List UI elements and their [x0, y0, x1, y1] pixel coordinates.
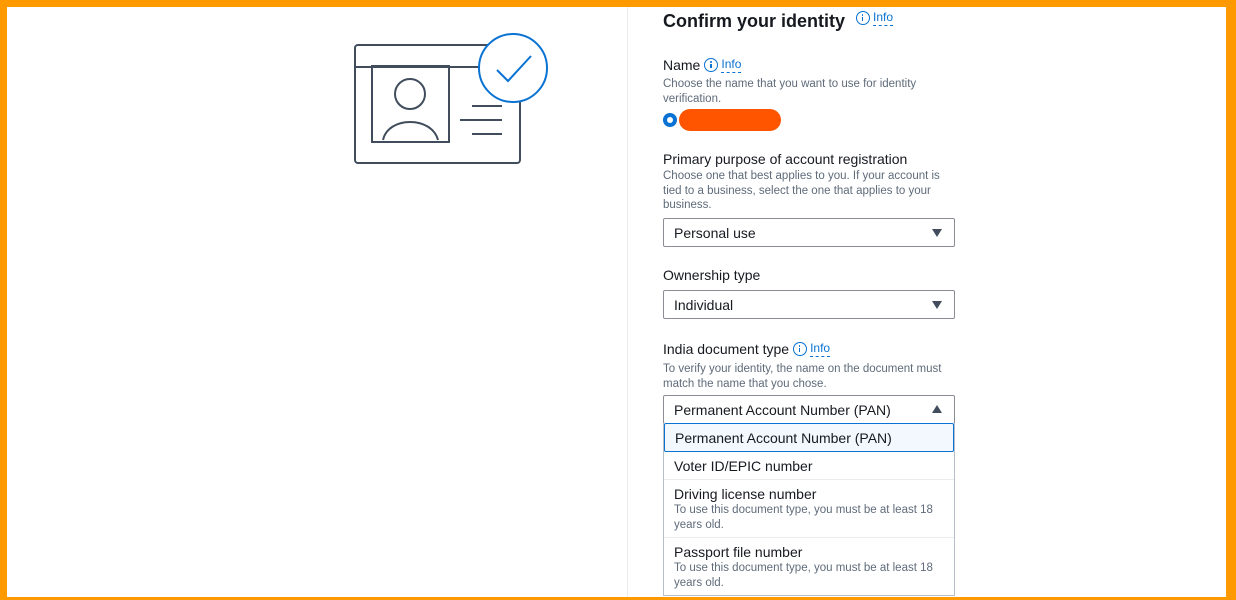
title-info-link[interactable]: Info — [856, 10, 894, 26]
info-icon — [704, 58, 719, 72]
dropdown-option[interactable]: Voter ID/EPIC number — [664, 452, 954, 480]
dropdown-option[interactable]: Driving license number To use this docum… — [664, 480, 954, 538]
option-description: To use this document type, you must be a… — [674, 562, 933, 589]
name-label-text: Name — [663, 57, 701, 73]
document-type-label: India document type Info — [663, 341, 831, 357]
dropdown-option[interactable]: Permanent Account Number (PAN) — [664, 423, 954, 452]
page-title: Confirm your identity Info — [663, 10, 894, 32]
document-selected-value: Permanent Account Number (PAN) — [674, 401, 891, 418]
ownership-select[interactable]: Individual — [663, 290, 955, 319]
caret-up-icon — [932, 405, 942, 413]
name-label: Name Info — [663, 57, 742, 73]
dropdown-option[interactable]: Passport file number To use this documen… — [664, 538, 954, 595]
option-label: Passport file number — [674, 544, 803, 560]
purpose-select[interactable]: Personal use — [663, 218, 955, 247]
purpose-description: Choose one that best applies to you. If … — [663, 170, 940, 211]
document-info-link[interactable]: Info — [793, 341, 831, 357]
document-type-description: To verify your identity, the name on the… — [663, 363, 942, 390]
orange-border-frame — [0, 0, 1236, 600]
option-label: Driving license number — [674, 486, 817, 502]
title-info-text: Info — [873, 10, 894, 26]
info-icon — [793, 342, 808, 356]
name-info-link[interactable]: Info — [704, 57, 742, 73]
caret-down-icon — [932, 229, 942, 237]
radio-selected-icon[interactable] — [663, 113, 677, 127]
redacted-name — [679, 109, 781, 131]
option-label: Voter ID/EPIC number — [674, 458, 813, 474]
info-icon — [856, 11, 871, 25]
caret-down-icon — [932, 301, 942, 309]
purpose-selected-value: Personal use — [674, 224, 756, 241]
purpose-label: Primary purpose of account registration — [663, 151, 908, 167]
identity-card-illustration — [354, 33, 548, 164]
document-type-dropdown: Permanent Account Number (PAN) Voter ID/… — [663, 423, 955, 596]
column-divider — [627, 7, 628, 600]
ownership-label: Ownership type — [663, 267, 761, 283]
document-info-text: Info — [810, 341, 831, 357]
name-radio-option[interactable] — [663, 109, 781, 131]
page-title-text: Confirm your identity — [663, 11, 846, 31]
name-description: Choose the name that you want to use for… — [663, 78, 917, 105]
document-type-label-text: India document type — [663, 341, 790, 357]
ownership-selected-value: Individual — [674, 296, 734, 313]
option-label: Permanent Account Number (PAN) — [675, 430, 892, 446]
check-badge-icon — [478, 33, 548, 103]
option-description: To use this document type, you must be a… — [674, 504, 933, 531]
name-info-text: Info — [721, 57, 742, 73]
document-type-select[interactable]: Permanent Account Number (PAN) — [663, 395, 955, 424]
